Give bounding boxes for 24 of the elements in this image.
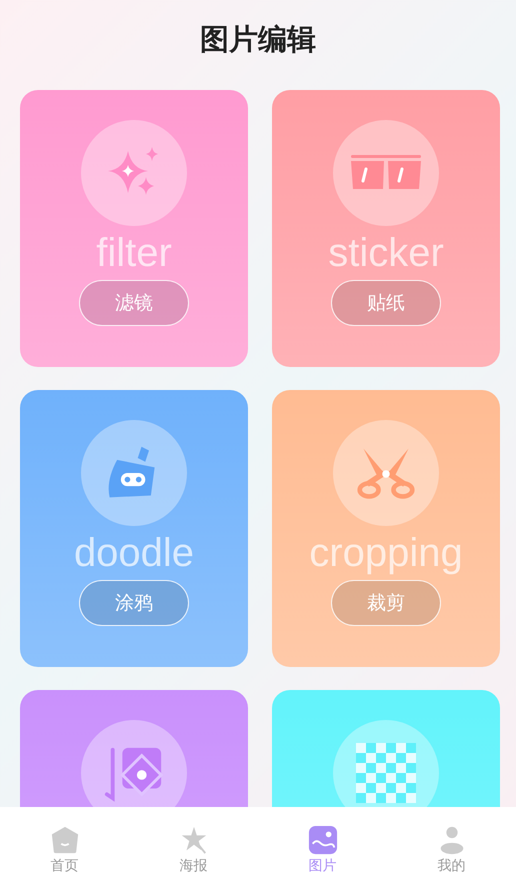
tool-button[interactable]: 裁剪 xyxy=(331,580,441,626)
tab-label: 首页 xyxy=(50,857,78,875)
card-watermark: doodle xyxy=(74,530,194,576)
tab-label: 海报 xyxy=(180,857,208,875)
tool-card[interactable]: sticker 贴纸 xyxy=(272,90,500,367)
tool-button[interactable]: 涂鸦 xyxy=(79,580,189,626)
image-icon xyxy=(308,825,338,855)
mosaic-icon xyxy=(356,743,416,803)
tool-button[interactable]: 贴纸 xyxy=(331,280,441,326)
tab-label: 我的 xyxy=(438,857,466,875)
tab-item[interactable]: 首页 xyxy=(24,825,104,875)
card-watermark: filter xyxy=(96,230,172,276)
tab-item[interactable]: 图片 xyxy=(282,825,362,875)
tool-card[interactable]: cropping 裁剪 xyxy=(272,390,500,667)
house-icon xyxy=(50,825,80,855)
tab-item[interactable]: 海报 xyxy=(154,825,234,875)
card-watermark: sticker xyxy=(328,230,444,276)
tab-item[interactable]: 我的 xyxy=(412,825,492,875)
tab-label: 图片 xyxy=(308,857,336,875)
page-title: 图片编辑 xyxy=(200,21,316,58)
tool-card[interactable]: filter 滤镜 xyxy=(20,90,248,367)
tool-card[interactable]: doodle 涂鸦 xyxy=(20,390,248,667)
card-watermark: cropping xyxy=(309,530,463,576)
tool-button[interactable]: 滤镜 xyxy=(79,280,189,326)
